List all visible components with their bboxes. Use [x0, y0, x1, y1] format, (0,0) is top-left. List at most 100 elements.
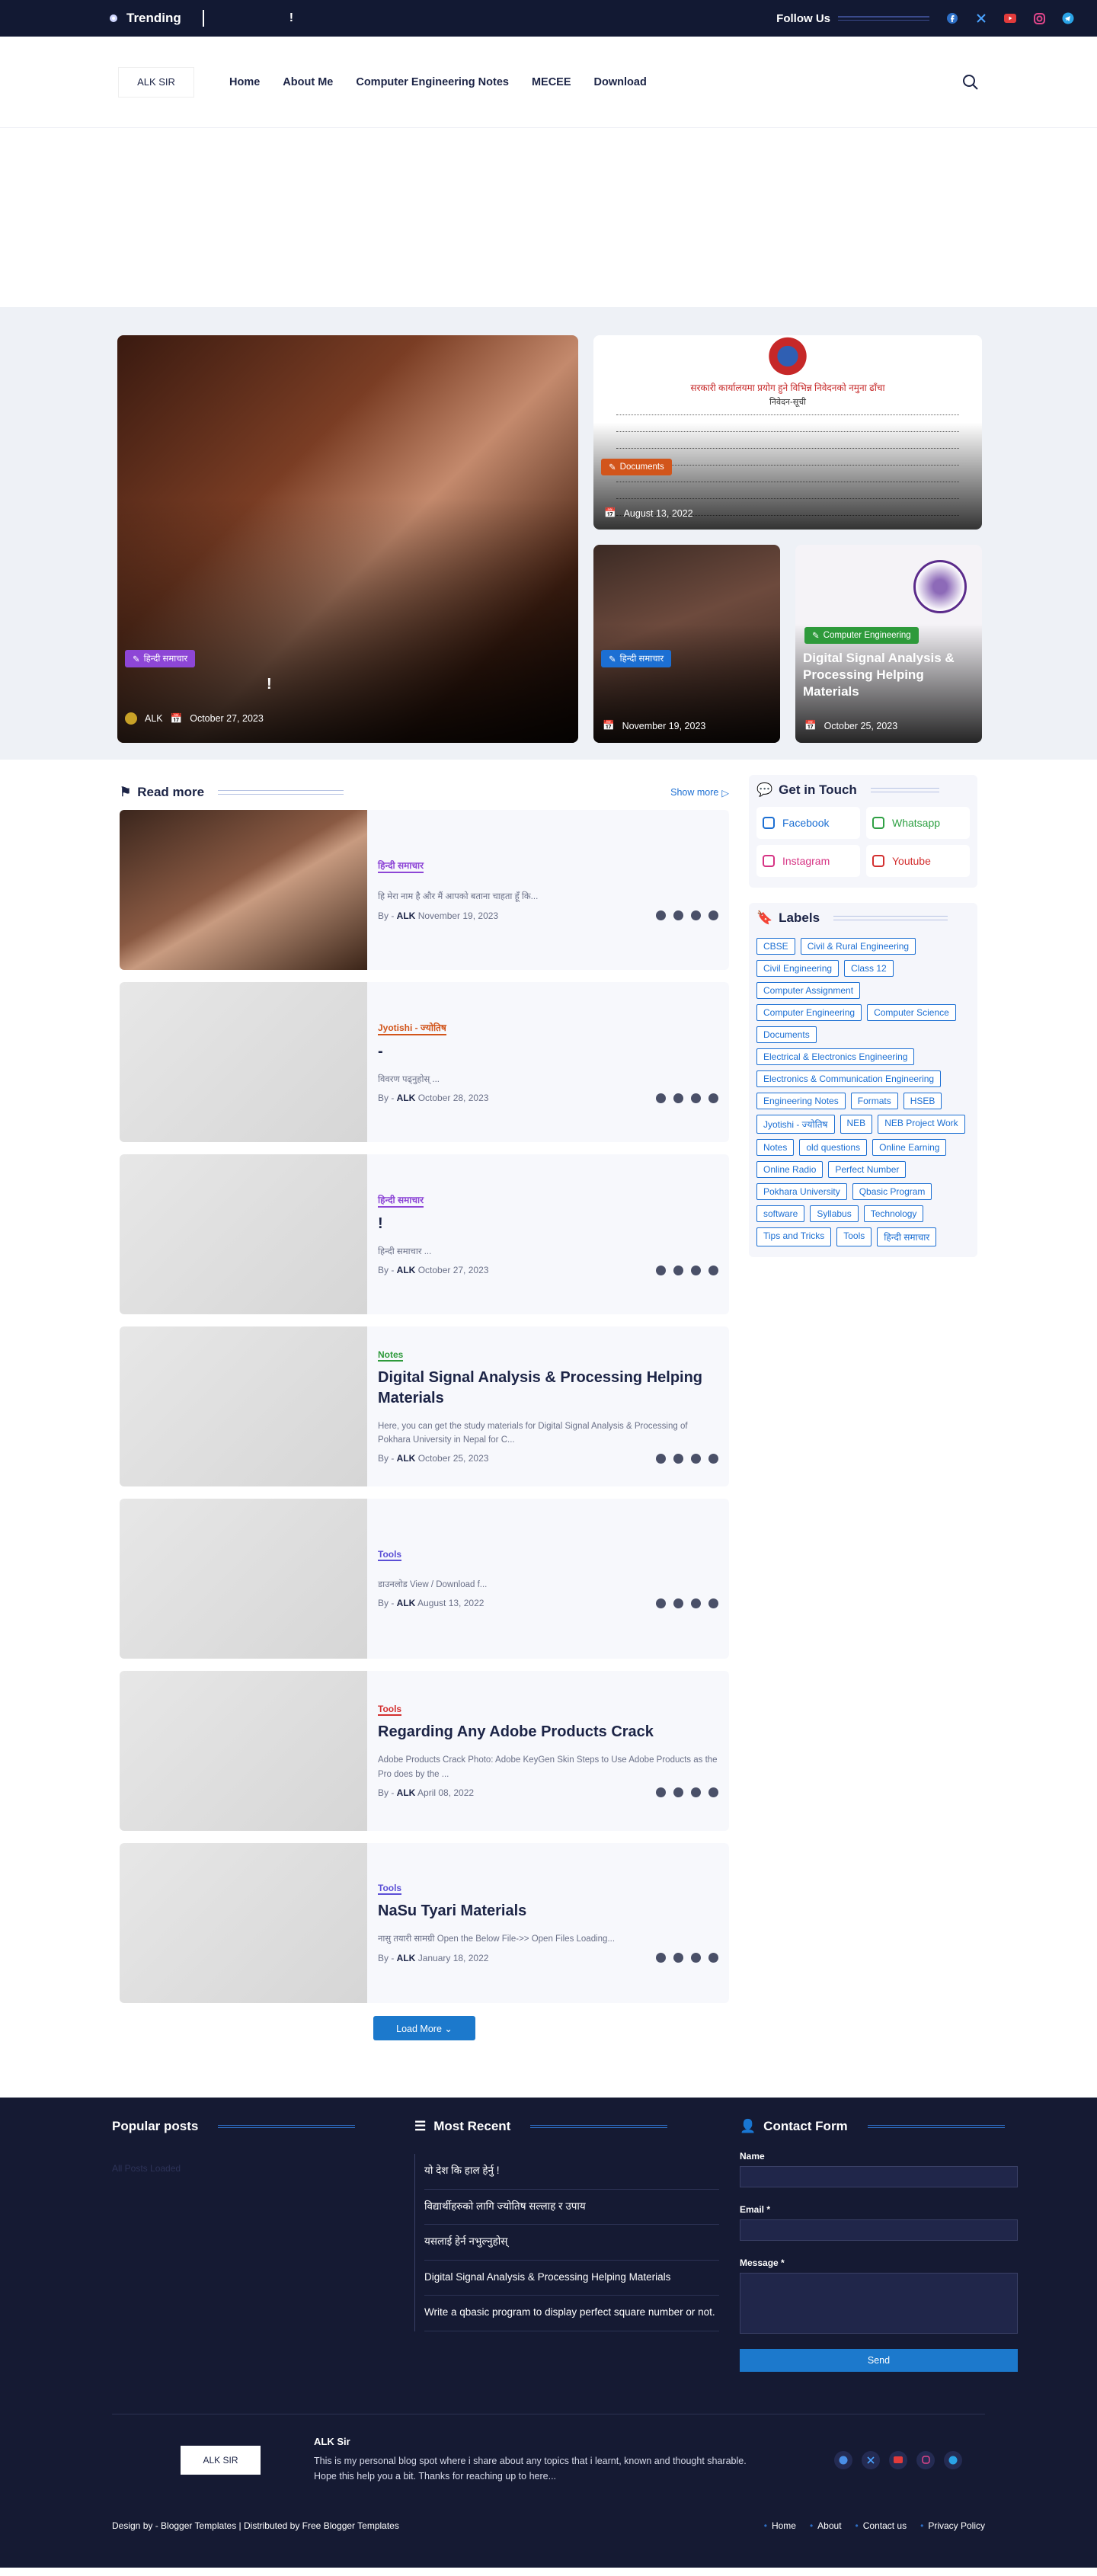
- label-tag[interactable]: HSEB: [903, 1093, 942, 1109]
- label-tag[interactable]: NEB: [840, 1115, 873, 1134]
- nav-computer-engineering-notes[interactable]: Computer Engineering Notes: [356, 76, 509, 88]
- share-facebook-icon[interactable]: [656, 1265, 666, 1275]
- label-tag[interactable]: Online Earning: [872, 1139, 947, 1156]
- featured-notes-card[interactable]: ✎ Computer Engineering Digital Signal Ana…: [795, 545, 982, 743]
- label-tag[interactable]: Notes: [756, 1139, 795, 1156]
- email-field[interactable]: [740, 2219, 1018, 2241]
- post-author[interactable]: ALK: [397, 910, 416, 921]
- x-icon[interactable]: [975, 12, 987, 24]
- label-tag[interactable]: Jyotishi - ज्योतिष: [756, 1115, 835, 1134]
- author[interactable]: ALK: [145, 713, 163, 724]
- featured-girl-card[interactable]: ✎ हिन्दी समाचार 📅 November 19, 2023: [593, 545, 780, 743]
- post-thumbnail[interactable]: [120, 1843, 367, 2003]
- search-icon[interactable]: [962, 74, 979, 91]
- share-facebook-icon[interactable]: [656, 1453, 666, 1464]
- footer-link[interactable]: About: [810, 2520, 841, 2531]
- featured-main-card[interactable]: ✎ हिन्दी समाचार ! ALK 📅 October 27, 2023: [117, 335, 578, 743]
- label-tag[interactable]: Pokhara University: [756, 1183, 847, 1200]
- recent-post-link[interactable]: Digital Signal Analysis & Processing Hel…: [424, 2261, 719, 2296]
- nav-home[interactable]: Home: [229, 76, 260, 88]
- label-tag[interactable]: Documents: [756, 1026, 817, 1043]
- share-telegram-icon[interactable]: [708, 1598, 718, 1608]
- share-x-icon[interactable]: [673, 1093, 683, 1103]
- category-tag[interactable]: ✎ हिन्दी समाचार: [601, 650, 672, 667]
- nav-download[interactable]: Download: [594, 76, 647, 88]
- recent-post-link[interactable]: विद्यार्थीहरुको लागि ज्योतिष सल्लाह र उप…: [424, 2190, 719, 2226]
- share-x-icon[interactable]: [673, 910, 683, 921]
- post-card[interactable]: हिन्दी समाचार हि मेरा नाम है और मैं आपको …: [120, 810, 729, 970]
- post-category[interactable]: Tools: [378, 1549, 402, 1561]
- post-title[interactable]: Digital Signal Analysis & Processing Hel…: [378, 1368, 718, 1409]
- label-tag[interactable]: Online Radio: [756, 1161, 824, 1178]
- touch-facebook[interactable]: Facebook: [756, 807, 860, 839]
- site-logo[interactable]: ALK SIR: [118, 66, 194, 98]
- share-whatsapp-icon[interactable]: [691, 1787, 701, 1798]
- post-card[interactable]: Notes Digital Signal Analysis & Processin…: [120, 1326, 729, 1486]
- x-icon[interactable]: [862, 2450, 880, 2469]
- label-tag[interactable]: Class 12: [844, 960, 894, 977]
- featured-doc-card[interactable]: सरकारी कार्यालयमा प्रयोग हुने विभिन्न नि…: [593, 335, 982, 530]
- share-facebook-icon[interactable]: [656, 1953, 666, 1963]
- label-tag[interactable]: Tips and Tricks: [756, 1227, 832, 1246]
- facebook-icon[interactable]: [834, 2450, 852, 2469]
- share-facebook-icon[interactable]: [656, 1787, 666, 1798]
- youtube-icon[interactable]: [889, 2450, 907, 2469]
- share-whatsapp-icon[interactable]: [691, 1265, 701, 1275]
- send-button[interactable]: Send: [740, 2349, 1018, 2372]
- telegram-icon[interactable]: [1062, 12, 1074, 24]
- post-category[interactable]: Jyotishi - ज्योतिष: [378, 1021, 446, 1035]
- design-credit[interactable]: Design by - Blogger Templates | Distribu…: [112, 2520, 399, 2531]
- category-tag[interactable]: ✎ Documents: [601, 459, 672, 475]
- post-thumbnail[interactable]: [120, 1326, 367, 1486]
- share-whatsapp-icon[interactable]: [691, 1093, 701, 1103]
- message-field[interactable]: [740, 2273, 1018, 2334]
- post-author[interactable]: ALK: [397, 1265, 416, 1275]
- post-thumbnail[interactable]: [120, 1154, 367, 1314]
- post-author[interactable]: ALK: [397, 1598, 416, 1608]
- label-tag[interactable]: Computer Assignment: [756, 982, 861, 999]
- post-author[interactable]: ALK: [397, 1093, 416, 1103]
- post-thumbnail[interactable]: [120, 1671, 367, 1831]
- nav-mecee[interactable]: MECEE: [532, 76, 571, 88]
- post-category[interactable]: हिन्दी समाचार: [378, 859, 424, 874]
- label-tag[interactable]: Technology: [863, 1205, 924, 1222]
- label-tag[interactable]: Tools: [836, 1227, 872, 1246]
- telegram-icon[interactable]: [944, 2450, 962, 2469]
- post-category[interactable]: Tools: [378, 1704, 402, 1717]
- label-tag[interactable]: Electrical & Electronics Engineering: [756, 1048, 915, 1065]
- label-tag[interactable]: Formats: [850, 1093, 898, 1109]
- share-whatsapp-icon[interactable]: [691, 1953, 701, 1963]
- share-x-icon[interactable]: [673, 1265, 683, 1275]
- post-card[interactable]: Tools NaSu Tyari Materials नासु तयारी सामग…: [120, 1843, 729, 2003]
- label-tag[interactable]: Civil Engineering: [756, 960, 840, 977]
- footer-link[interactable]: Contact us: [856, 2520, 907, 2531]
- label-tag[interactable]: Qbasic Program: [852, 1183, 932, 1200]
- post-title[interactable]: !: [378, 1214, 718, 1234]
- post-card[interactable]: हिन्दी समाचार! हिन्दी समाचार ... By - ALK …: [120, 1154, 729, 1314]
- footer-link[interactable]: Home: [764, 2520, 796, 2531]
- share-x-icon[interactable]: [673, 1953, 683, 1963]
- post-thumbnail[interactable]: [120, 810, 367, 970]
- share-facebook-icon[interactable]: [656, 1598, 666, 1608]
- share-telegram-icon[interactable]: [708, 1093, 718, 1103]
- post-category[interactable]: Tools: [378, 1883, 402, 1896]
- load-more-button[interactable]: Load More ⌄: [373, 2016, 475, 2040]
- share-whatsapp-icon[interactable]: [691, 910, 701, 921]
- share-whatsapp-icon[interactable]: [691, 1453, 701, 1464]
- share-facebook-icon[interactable]: [656, 910, 666, 921]
- share-telegram-icon[interactable]: [708, 1265, 718, 1275]
- footer-link[interactable]: Privacy Policy: [920, 2520, 985, 2531]
- card-title[interactable]: !: [267, 674, 272, 694]
- category-tag[interactable]: ✎ हिन्दी समाचार: [125, 650, 196, 667]
- share-telegram-icon[interactable]: [708, 1787, 718, 1798]
- share-whatsapp-icon[interactable]: [691, 1598, 701, 1608]
- label-tag[interactable]: हिन्दी समाचार: [877, 1227, 937, 1246]
- show-more-link[interactable]: Show more ▷: [670, 787, 729, 798]
- touch-youtube[interactable]: Youtube: [866, 845, 970, 877]
- label-tag[interactable]: old questions: [799, 1139, 868, 1156]
- share-telegram-icon[interactable]: [708, 1453, 718, 1464]
- label-tag[interactable]: NEB Project Work: [878, 1115, 965, 1134]
- post-card[interactable]: Tools Regarding Any Adobe Products Crack A…: [120, 1671, 729, 1831]
- touch-instagram[interactable]: Instagram: [756, 845, 860, 877]
- post-author[interactable]: ALK: [397, 1453, 416, 1464]
